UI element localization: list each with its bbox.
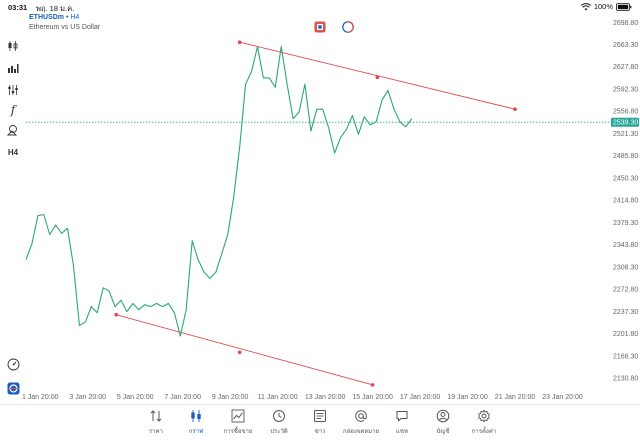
x-tick-label: 5 Jan 20:00 <box>117 394 154 401</box>
nav-label-account: บัญชี <box>436 429 450 435</box>
trendline-anchor-point[interactable] <box>375 75 380 80</box>
history-icon <box>273 410 285 422</box>
y-tick-label: 2343.80 <box>613 242 638 249</box>
nav-label-quotes: ราคา <box>149 429 163 435</box>
at-icon <box>355 410 367 422</box>
nav-trade[interactable]: การซื้อขาย <box>216 409 260 436</box>
x-tick-label: 1 Jan 20:00 <box>22 394 59 401</box>
nav-history[interactable]: ประวัติ <box>257 409 301 436</box>
nav-label-history: ประวัติ <box>270 429 288 435</box>
y-tick-label: 2450.30 <box>613 175 638 182</box>
trendline-anchor-point[interactable] <box>370 383 375 387</box>
y-tick-label: 2592.30 <box>613 86 638 93</box>
y-tick-label: 2485.80 <box>613 153 638 160</box>
y-tick-label: 2627.80 <box>613 64 638 71</box>
trendline-anchor-point[interactable] <box>114 312 119 317</box>
y-tick-label: 2698.80 <box>613 20 638 27</box>
nav-account[interactable]: บัญชี <box>421 409 465 436</box>
x-tick-label: 19 Jan 20:00 <box>447 394 488 401</box>
nav-mailbox[interactable]: กล่องจดหมาย <box>339 409 383 436</box>
nav-settings[interactable]: การตั้งค่า <box>462 409 506 436</box>
trendline-anchor-point[interactable] <box>513 107 517 112</box>
arrows-updown-icon <box>150 410 162 422</box>
y-tick-label: 2130.80 <box>613 376 638 383</box>
chat-icon <box>396 411 408 422</box>
nav-chat[interactable]: แชท <box>380 409 424 436</box>
y-tick-label: 2166.30 <box>613 353 638 360</box>
trendline-anchor-point[interactable] <box>237 350 242 355</box>
nav-label-settings: การตั้งค่า <box>471 429 497 435</box>
nav-news[interactable]: ข่าว <box>298 409 342 436</box>
candles-icon <box>191 410 201 422</box>
nav-chart[interactable]: กราฟ <box>174 409 218 436</box>
price-series-line <box>25 46 413 337</box>
trendlines <box>114 40 517 387</box>
account-icon <box>436 409 450 423</box>
nav-label-trade: การซื้อขาย <box>223 429 253 435</box>
y-tick-label: 2663.30 <box>613 42 638 49</box>
y-tick-label: 2414.80 <box>613 198 638 205</box>
y-tick-label: 2379.30 <box>613 220 638 227</box>
price-chart[interactable]: 2698.80 2663.30 2627.80 2592.30 2556.80 2521.… <box>0 0 640 404</box>
nav-label-news: ข่าว <box>314 429 326 435</box>
x-tick-label: 23 Jan 20:00 <box>542 394 583 401</box>
y-axis-ticks: 2698.80 2663.30 2627.80 2592.30 2556.80 2521.… <box>613 20 638 383</box>
x-tick-label: 13 Jan 20:00 <box>305 394 346 401</box>
y-tick-label: 2201.80 <box>613 331 638 338</box>
nav-label-mailbox: กล่องจดหมาย <box>342 429 380 435</box>
y-tick-label: 2556.80 <box>613 109 638 116</box>
nav-label-chat: แชท <box>396 429 408 435</box>
x-tick-label: 17 Jan 20:00 <box>400 394 441 401</box>
trendline[interactable] <box>116 314 373 386</box>
trendline-anchor-point[interactable] <box>237 40 242 44</box>
nav-label-chart: กราฟ <box>188 429 204 435</box>
bottom-nav: ราคา กราฟ การซื้อขาย ประวัติ ข่าว กล่องจ… <box>0 404 640 447</box>
y-tick-label: 2521.30 <box>613 131 638 138</box>
x-tick-label: 3 Jan 20:00 <box>69 394 106 401</box>
x-tick-label: 7 Jan 20:00 <box>164 394 201 401</box>
x-tick-label: 21 Jan 20:00 <box>495 394 536 401</box>
nav-quotes[interactable]: ราคา <box>134 409 178 436</box>
trend-chart-icon <box>231 409 245 423</box>
x-tick-label: 11 Jan 20:00 <box>258 394 298 401</box>
gear-icon <box>478 409 490 423</box>
y-tick-label: 2308.30 <box>613 264 638 271</box>
y-tick-label: 2272.80 <box>613 287 638 294</box>
current-price-tag: 2539.30 <box>611 117 639 127</box>
x-tick-label: 9 Jan 20:00 <box>212 394 249 401</box>
x-tick-label: 15 Jan 20:00 <box>352 394 393 401</box>
current-price-tag-text: 2539.30 <box>613 120 638 127</box>
x-axis-ticks: 1 Jan 20:00 3 Jan 20:00 5 Jan 20:00 7 Jan 2… <box>22 394 583 401</box>
y-tick-label: 2237.30 <box>613 309 638 316</box>
news-icon <box>314 410 326 422</box>
